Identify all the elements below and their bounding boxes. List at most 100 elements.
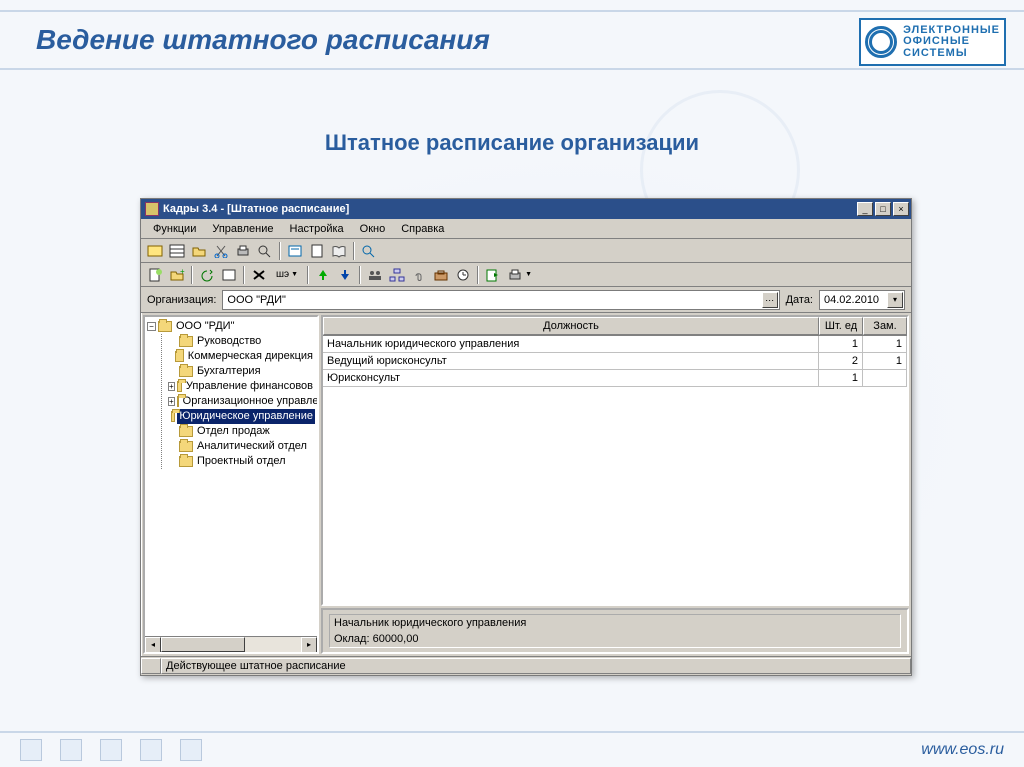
tree-item[interactable]: Аналитический отдел (168, 439, 315, 454)
menu-settings[interactable]: Настройка (282, 221, 352, 237)
scroll-left-button[interactable]: ◂ (145, 637, 161, 653)
tree-item[interactable]: +Организационное управле (168, 394, 315, 409)
people-icon[interactable] (365, 265, 385, 285)
tree-item-label: Проектный отдел (195, 454, 288, 469)
menu-window[interactable]: Окно (352, 221, 394, 237)
date-label: Дата: (786, 294, 813, 306)
cell-units: 1 (819, 336, 863, 352)
cell-position: Юрисконсульт (323, 370, 819, 386)
properties-icon[interactable] (285, 241, 305, 261)
folder-icon (179, 441, 193, 452)
org-combo-value: ООО "РДИ" (227, 294, 286, 306)
cut-icon[interactable] (211, 241, 231, 261)
close-button[interactable]: × (893, 202, 909, 216)
tree-scrollbar[interactable]: ◂ ▸ (145, 636, 317, 652)
expand-icon[interactable]: + (168, 382, 175, 391)
open-icon[interactable] (189, 241, 209, 261)
org-icon[interactable] (387, 265, 407, 285)
scroll-thumb[interactable] (161, 637, 245, 652)
tree-item-label: Бухгалтерия (195, 364, 263, 379)
tree-item[interactable]: Юридическое управление (168, 409, 315, 424)
col-header-subst[interactable]: Зам. (863, 317, 907, 335)
cell-subst (863, 370, 907, 386)
chevron-down-icon[interactable]: ▼ (525, 271, 532, 278)
tree-spacer (168, 367, 177, 376)
folder-icon (171, 411, 175, 422)
tree-item-label: Юридическое управление (177, 409, 315, 424)
clock-icon[interactable] (453, 265, 473, 285)
org-combo-button[interactable]: ⋯ (762, 292, 778, 308)
tree-item[interactable]: Отдел продаж (168, 424, 315, 439)
arrow-up-icon[interactable] (313, 265, 333, 285)
footer-icons (20, 739, 202, 761)
tree-spacer (168, 412, 169, 421)
refresh-icon[interactable] (197, 265, 217, 285)
collapse-icon[interactable]: − (147, 322, 156, 331)
slide-subtitle: Штатное расписание организации (0, 130, 1024, 156)
find-icon[interactable] (359, 241, 379, 261)
tree-item-label: Аналитический отдел (195, 439, 309, 454)
col-header-units[interactable]: Шт. ед (819, 317, 863, 335)
brand-logo: ЭЛЕКТРОННЫЕ ОФИСНЫЕ СИСТЕМЫ (859, 18, 1006, 66)
footer-icon-1 (20, 739, 42, 761)
table-row[interactable]: Ведущий юрисконсульт21 (323, 353, 907, 370)
app-icon (145, 202, 159, 216)
table-row[interactable]: Начальник юридического управления11 (323, 336, 907, 353)
status-text: Действующее штатное расписание (161, 658, 911, 674)
menu-functions[interactable]: Функции (145, 221, 204, 237)
toolbar-primary (141, 239, 911, 263)
arrow-down-icon[interactable] (335, 265, 355, 285)
tree-root[interactable]: − ООО "РДИ" (147, 319, 315, 334)
menu-help[interactable]: Справка (393, 221, 452, 237)
org-label: Организация: (147, 294, 216, 306)
report-icon[interactable] (307, 241, 327, 261)
briefcase-icon[interactable] (431, 265, 451, 285)
detail-position: Начальник юридического управления (334, 617, 896, 629)
footer-icon-2 (60, 739, 82, 761)
new-icon[interactable] (145, 265, 165, 285)
table-row[interactable]: Юрисконсульт1 (323, 370, 907, 387)
new-folder-icon[interactable]: + (167, 265, 187, 285)
tree-item[interactable]: +Управление финансовов (168, 379, 315, 394)
print-icon[interactable] (233, 241, 253, 261)
print-dropdown-icon[interactable] (505, 265, 525, 285)
date-picker-button[interactable]: ▾ (887, 292, 903, 308)
salary-value: 60000,00 (373, 633, 419, 645)
tree-item[interactable]: Руководство (168, 334, 315, 349)
folder-icon (177, 381, 182, 392)
svg-text:+: + (180, 268, 185, 276)
attach-icon[interactable] (409, 265, 429, 285)
tree-item-label: Организационное управле (181, 394, 319, 409)
table-icon[interactable] (167, 241, 187, 261)
date-input[interactable]: 04.02.2010 ▾ (819, 290, 905, 310)
titlebar[interactable]: Кадры 3.4 - [Штатное расписание] _ □ × (141, 199, 911, 219)
tree-spacer (168, 442, 177, 451)
maximize-button[interactable]: □ (875, 202, 891, 216)
mode-dropdown[interactable]: шэ▼ (271, 265, 303, 285)
scroll-right-button[interactable]: ▸ (301, 637, 317, 653)
positions-grid: Должность Шт. ед Зам. Начальник юридичес… (321, 315, 909, 606)
col-header-position[interactable]: Должность (323, 317, 819, 335)
tree-root-label: ООО "РДИ" (174, 319, 237, 334)
folder-icon (179, 366, 193, 377)
tree-item-label: Коммерческая дирекция (186, 349, 315, 364)
card-icon[interactable] (145, 241, 165, 261)
tree-item[interactable]: Коммерческая дирекция (168, 349, 315, 364)
book-icon[interactable] (329, 241, 349, 261)
minimize-button[interactable]: _ (857, 202, 873, 216)
export-icon[interactable] (483, 265, 503, 285)
edit-icon[interactable] (219, 265, 239, 285)
window-title: Кадры 3.4 - [Штатное расписание] (163, 203, 857, 215)
menu-management[interactable]: Управление (204, 221, 281, 237)
expand-icon[interactable]: + (168, 397, 175, 406)
org-combo[interactable]: ООО "РДИ" ⋯ (222, 290, 779, 310)
delete-icon[interactable] (249, 265, 269, 285)
tree-item[interactable]: Бухгалтерия (168, 364, 315, 379)
search-icon[interactable] (255, 241, 275, 261)
tree-item-label: Руководство (195, 334, 263, 349)
detail-pane: Начальник юридического управления Оклад:… (321, 608, 909, 654)
date-value: 04.02.2010 (824, 294, 879, 306)
cell-position: Ведущий юрисконсульт (323, 353, 819, 369)
tree-item[interactable]: Проектный отдел (168, 454, 315, 469)
tree-spacer (168, 427, 177, 436)
